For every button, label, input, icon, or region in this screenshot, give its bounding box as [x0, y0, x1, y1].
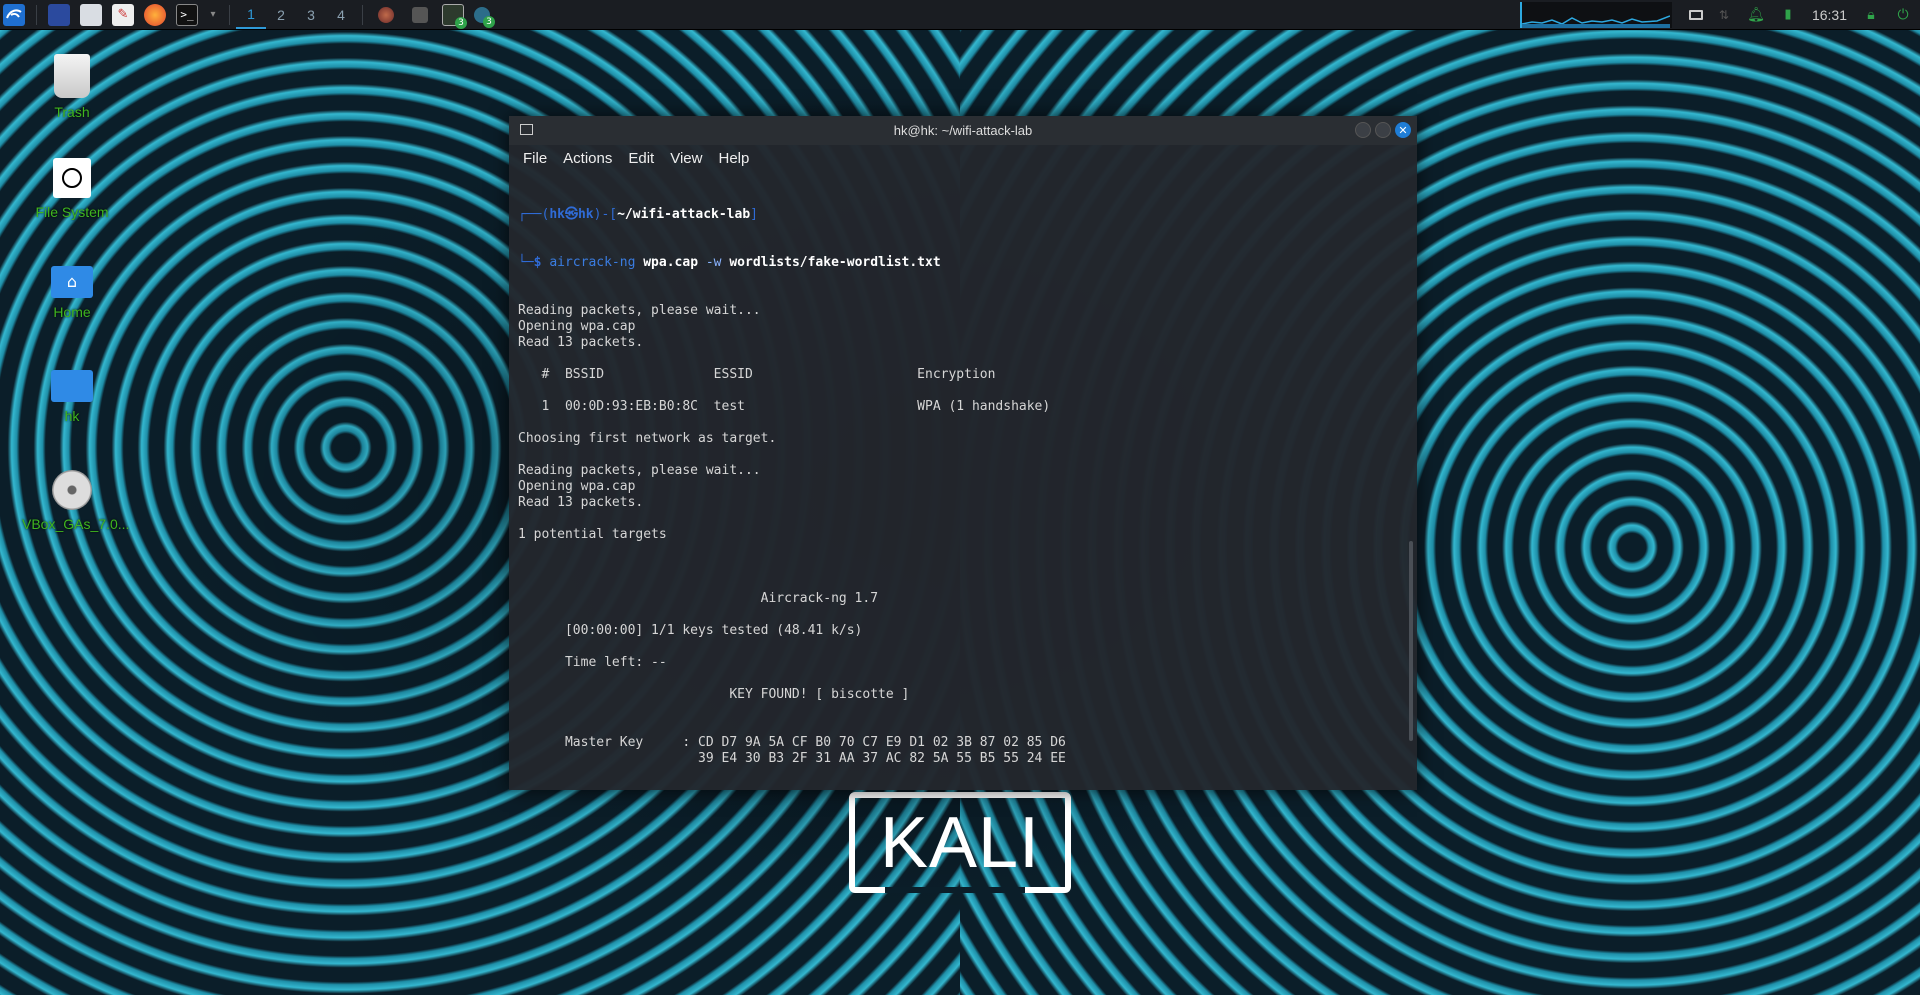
clock[interactable]: 16:31: [1812, 7, 1847, 23]
window-title: hk@hk: ~/wifi-attack-lab: [893, 123, 1033, 138]
folder-icon: [51, 370, 93, 402]
network-icon[interactable]: ⇅: [1713, 4, 1735, 26]
display-icon[interactable]: [1688, 9, 1703, 20]
output-line: Reading packets, please wait...: [518, 303, 761, 318]
battery-icon[interactable]: ▮: [1777, 4, 1799, 26]
menu-help[interactable]: Help: [718, 150, 749, 167]
notification-bell-icon[interactable]: 🔔︎: [1745, 4, 1767, 26]
menu-file[interactable]: File: [523, 150, 547, 167]
output-line: Choosing first network as target.: [518, 431, 777, 446]
cpu-usage-graph[interactable]: [1519, 1, 1672, 28]
disc-icon: [52, 470, 92, 510]
desktop-icon-hk[interactable]: hk: [22, 370, 122, 424]
chevron-down-icon[interactable]: ▾: [208, 4, 218, 26]
workspace-2[interactable]: 2: [266, 0, 296, 29]
desktop-icon-home[interactable]: ⌂ Home: [22, 266, 122, 320]
prompt-line-2: └─$ aircrack-ng wpa.cap -w wordlists/fak…: [518, 255, 941, 270]
menu-edit[interactable]: Edit: [628, 150, 654, 167]
output-line: Reading packets, please wait...: [518, 463, 761, 478]
close-icon: ✕: [1398, 123, 1408, 137]
desktop-icon-label: File System: [35, 204, 109, 220]
taskbar-separator: [229, 4, 230, 25]
minimize-button[interactable]: [1355, 122, 1371, 138]
terminal-window-icon[interactable]: 3: [442, 3, 467, 29]
file-manager-icon[interactable]: [80, 3, 102, 26]
output-line: Read 13 packets.: [518, 335, 644, 350]
maximize-button[interactable]: [1375, 122, 1391, 138]
terminal-titlebar[interactable]: hk@hk: ~/wifi-attack-lab ✕: [509, 116, 1417, 145]
menu-view[interactable]: View: [670, 150, 702, 167]
command-output: Reading packets, please wait... Opening w…: [518, 303, 1408, 775]
output-line: [00:00:00] 1/1 keys tested (48.41 k/s): [518, 623, 863, 638]
app-window-icon[interactable]: 3: [474, 6, 495, 28]
menu-actions[interactable]: Actions: [563, 150, 612, 167]
trash-icon: [54, 54, 90, 98]
output-line: Time left: --: [518, 655, 667, 670]
taskbar-separator: [362, 4, 363, 25]
output-line: 1 potential targets: [518, 527, 667, 542]
kali-logo: KALI: [849, 792, 1071, 893]
terminal-icon[interactable]: >_: [176, 3, 198, 26]
output-line: Read 13 packets.: [518, 495, 644, 510]
desktop-icon-label: VBox_GAs_7.0...: [22, 516, 130, 532]
output-line: Aircrack-ng 1.7: [518, 591, 879, 606]
workspace-1[interactable]: 1: [236, 0, 266, 29]
firefox-window-icon[interactable]: [378, 6, 394, 23]
desktop-icon-file-system[interactable]: File System: [22, 158, 122, 220]
output-line: # BSSID ESSID Encryption: [518, 367, 996, 382]
output-line: KEY FOUND! [ biscotte ]: [518, 687, 910, 702]
close-button[interactable]: ✕: [1395, 122, 1411, 138]
power-icon[interactable]: ⏻: [1892, 4, 1914, 26]
desktop-icon-trash[interactable]: Trash: [22, 54, 122, 120]
desktop-icon-vbox[interactable]: VBox_GAs_7.0...: [22, 470, 130, 532]
drive-icon: [53, 158, 91, 198]
taskbar: ✎ >_ ▾ 1 2 3 4 3 3 ⇅ 🔔︎ ▮ 16:31 🔒︎ ⏻: [0, 0, 1920, 30]
desktop-icon-label: hk: [64, 408, 80, 424]
window-count-badge: 3: [455, 16, 467, 29]
kali-menu-icon[interactable]: [3, 3, 25, 26]
firefox-icon[interactable]: [144, 3, 166, 26]
text-editor-icon[interactable]: ✎: [112, 3, 134, 26]
output-line: Master Key : CD D7 9A 5A CF B0 70 C7 E9 …: [518, 735, 1066, 750]
terminal-menubar: File Actions Edit View Help: [509, 145, 1417, 171]
desktop-icon-label: Home: [53, 304, 91, 320]
prompt-line-1: ┌──(hk㉿hk)-[~/wifi-attack-lab]: [518, 207, 758, 222]
output-line: 39 E4 30 B3 2F 31 AA 37 AC 82 5A 55 B5 5…: [518, 751, 1066, 766]
workspace-3[interactable]: 3: [296, 0, 326, 29]
editor-window-icon[interactable]: [412, 6, 428, 23]
desktop-icon-label: Trash: [54, 104, 90, 120]
taskbar-separator: [36, 4, 37, 25]
terminal-output[interactable]: ┌──(hk㉿hk)-[~/wifi-attack-lab] └─$ aircr…: [509, 171, 1417, 775]
workspace-4[interactable]: 4: [326, 0, 356, 29]
system-tray: ⇅ 🔔︎ ▮ 16:31 🔒︎ ⏻: [1519, 0, 1920, 29]
output-line: Opening wpa.cap: [518, 479, 636, 494]
output-line: Opening wpa.cap: [518, 319, 636, 334]
scrollbar[interactable]: [1409, 541, 1413, 741]
lock-screen-icon[interactable]: 🔒︎: [1860, 4, 1882, 26]
show-desktop-icon[interactable]: [48, 3, 70, 26]
terminal-window[interactable]: hk@hk: ~/wifi-attack-lab ✕ File Actions …: [509, 116, 1417, 790]
window-count-badge: 3: [483, 15, 495, 28]
home-folder-icon: ⌂: [51, 266, 93, 298]
output-line: 1 00:0D:93:EB:B0:8C test WPA (1 handshak…: [518, 399, 1051, 414]
